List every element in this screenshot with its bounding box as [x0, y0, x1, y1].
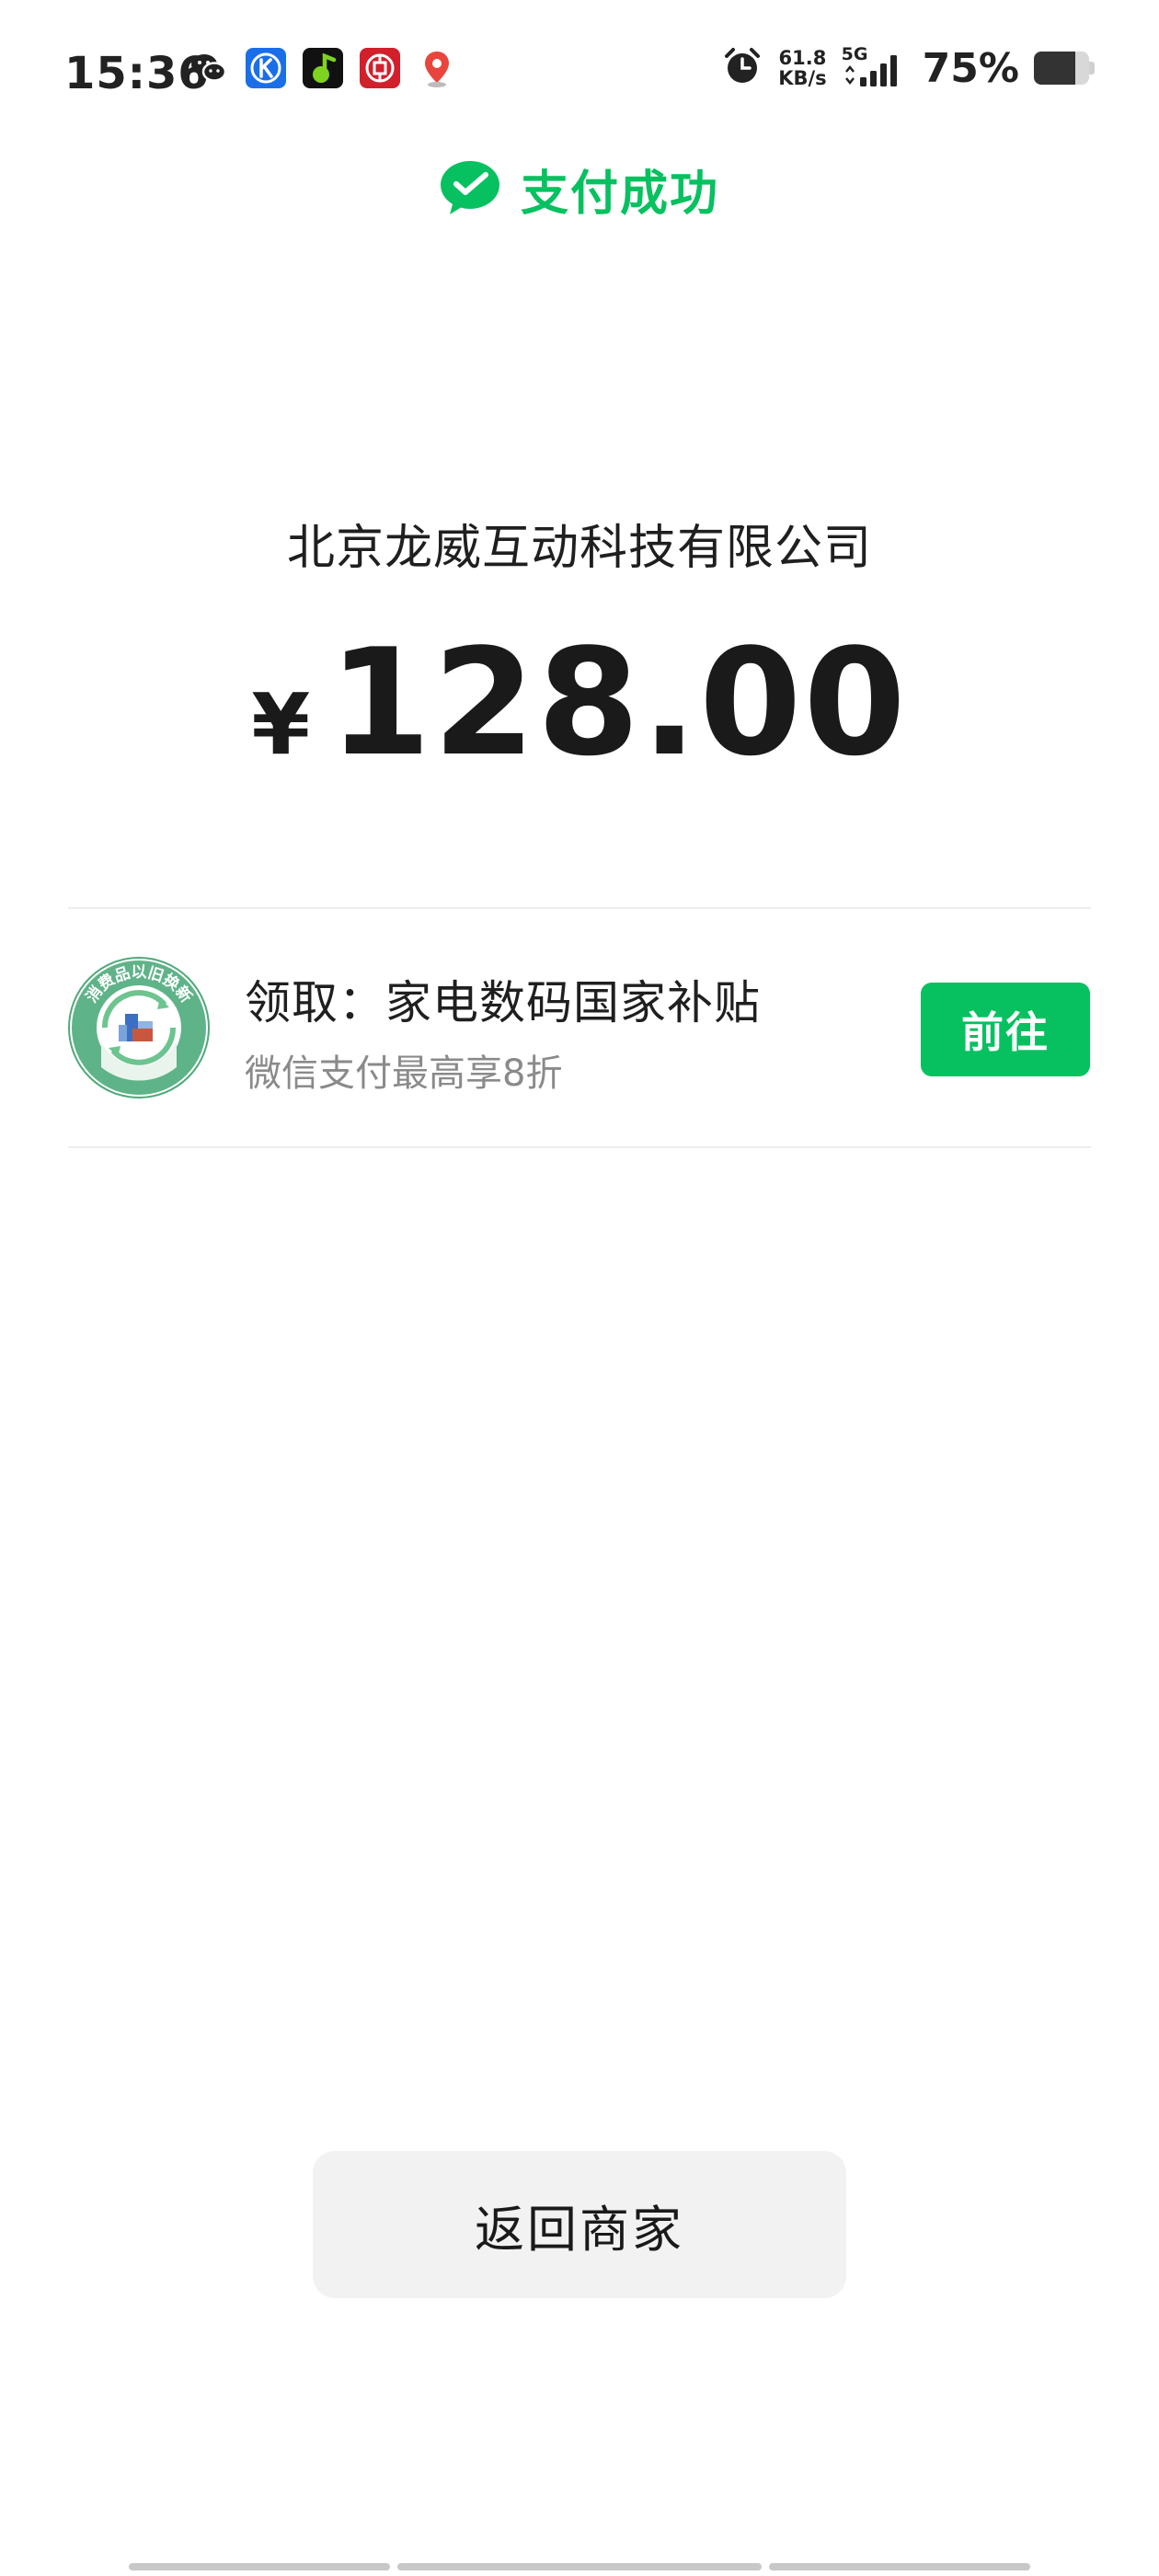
battery-icon [1034, 52, 1095, 85]
currency-symbol: ¥ [251, 675, 311, 774]
k-app-icon [246, 48, 286, 88]
network-speed: 61.8 KB/s [778, 48, 826, 88]
amount-value: 128.00 [328, 616, 908, 788]
wechat-pay-icon [440, 160, 500, 219]
promo-subtitle: 微信支付最高享8折 [245, 1052, 563, 1095]
return-to-merchant-button[interactable]: 返回商家 [313, 2151, 846, 2298]
gesture-bar-segment[interactable] [769, 2563, 1030, 2570]
map-pin-icon [417, 48, 457, 88]
gesture-bar-segment[interactable] [129, 2563, 390, 2570]
wechat-icon [189, 48, 229, 88]
payment-status-title: 支付成功 [520, 167, 719, 222]
status-bar: 15:36 61.8 KB/s 5G 75% [0, 0, 1159, 138]
divider [68, 907, 1091, 909]
gesture-bar-segment[interactable] [397, 2563, 762, 2570]
net-speed-value: 61.8 [778, 47, 827, 69]
signal-indicator: 5G [842, 44, 908, 92]
bank-app-icon [360, 48, 400, 88]
status-right: 61.8 KB/s 5G 75% [721, 44, 1095, 92]
merchant-name: 北京龙威互动科技有限公司 [286, 521, 872, 576]
payment-status-header: 支付成功 [0, 155, 1159, 224]
promo-title: 领取：家电数码国家补贴 [245, 976, 761, 1029]
net-speed-unit: KB/s [778, 67, 827, 89]
battery-percent: 75% [922, 44, 1019, 92]
go-button[interactable]: 前往 [921, 983, 1090, 1076]
divider [68, 1146, 1091, 1148]
signal-bars-icon [844, 55, 897, 86]
notification-icons [189, 48, 457, 88]
payment-amount: ¥ 128.00 [0, 616, 1159, 788]
trade-in-logo: 消费品以旧换新 [68, 957, 210, 1098]
music-app-icon [303, 48, 343, 88]
payment-success-screen: 15:36 61.8 KB/s 5G 75% 支付成功 北京龙威互动科技有限公司… [0, 0, 1159, 2576]
alarm-icon [721, 45, 763, 91]
